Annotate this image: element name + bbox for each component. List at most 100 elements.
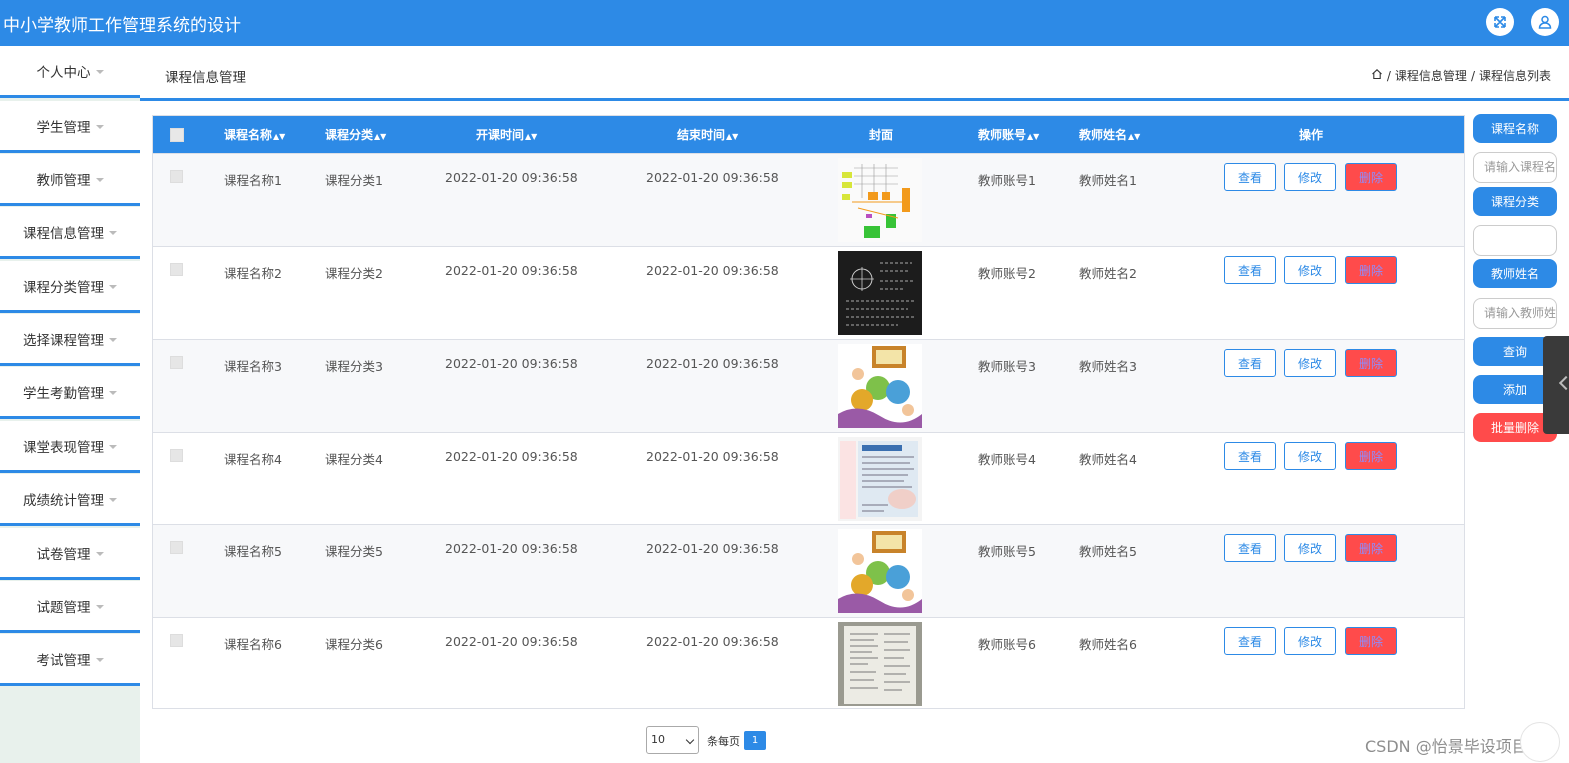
delete-button[interactable]: 删除 xyxy=(1345,163,1397,191)
delete-button[interactable]: 删除 xyxy=(1345,349,1397,377)
teacher-account-cell: 教师账号6 xyxy=(978,637,1036,652)
caret-down-icon xyxy=(95,177,104,182)
edit-button[interactable]: 修改 xyxy=(1284,256,1336,284)
edit-button[interactable]: 修改 xyxy=(1284,349,1336,377)
start-time-cell: 2022-01-20 09:36:58 xyxy=(445,170,578,185)
page-number-button[interactable]: 1 xyxy=(744,731,766,750)
teacher-name-cell: 教师姓名3 xyxy=(1079,359,1137,374)
breadcrumb-item[interactable]: 课程信息管理 xyxy=(1395,67,1467,84)
column-header-course-name[interactable]: 课程名称▲▼ xyxy=(224,116,285,154)
course-name-cell: 课程名称2 xyxy=(224,266,282,281)
caret-down-icon xyxy=(109,497,117,502)
column-header-teacher-account[interactable]: 教师账号▲▼ xyxy=(978,116,1039,154)
sidebar-item-exams[interactable]: 考试管理 xyxy=(0,634,140,686)
breadcrumb-item: 课程信息列表 xyxy=(1478,69,1551,83)
side-drawer-toggle[interactable] xyxy=(1543,336,1569,434)
select-all-checkbox[interactable] xyxy=(170,128,184,142)
per-page-label: 条每页 xyxy=(707,735,740,748)
edit-button[interactable]: 修改 xyxy=(1284,442,1336,470)
sidebar-item-course-selection[interactable]: 选择课程管理 xyxy=(0,314,140,366)
sidebar-item-grade-stats[interactable]: 成绩统计管理 xyxy=(0,474,140,526)
breadcrumb: / 课程信息管理 / 课程信息列表 xyxy=(1371,67,1551,84)
category-cell: 课程分类5 xyxy=(325,544,383,559)
end-time-cell: 2022-01-20 09:36:58 xyxy=(646,356,779,371)
cover-image[interactable] xyxy=(838,344,922,428)
teacher-name-input[interactable]: 请输入教师姓名 xyxy=(1473,298,1557,329)
teacher-account-cell: 教师账号4 xyxy=(978,452,1036,467)
course-name-cell: 课程名称4 xyxy=(224,452,282,467)
sidebar-item-course-category[interactable]: 课程分类管理 xyxy=(0,261,140,313)
teacher-name-cell: 教师姓名5 xyxy=(1079,544,1137,559)
sidebar-item-label: 课堂表现管理 xyxy=(23,439,104,456)
row-checkbox[interactable] xyxy=(170,356,183,369)
view-button[interactable]: 查看 xyxy=(1224,627,1276,655)
view-button[interactable]: 查看 xyxy=(1224,256,1276,284)
sidebar-item-label: 个人中心 xyxy=(36,64,91,81)
delete-button[interactable]: 删除 xyxy=(1345,627,1397,655)
table-row: 课程名称2 课程分类2 2022-01-20 09:36:58 2022-01-… xyxy=(153,246,1464,339)
delete-button[interactable]: 删除 xyxy=(1345,534,1397,562)
column-header-start-time[interactable]: 开课时间▲▼ xyxy=(476,116,537,154)
sidebar-item-label: 课程分类管理 xyxy=(23,279,104,296)
sidebar-item-class-performance[interactable]: 课堂表现管理 xyxy=(0,421,140,473)
row-checkbox[interactable] xyxy=(170,634,183,647)
page-size-select[interactable]: 10 xyxy=(646,726,699,754)
column-header-category[interactable]: 课程分类▲▼ xyxy=(325,116,386,154)
cover-image[interactable] xyxy=(838,251,922,335)
delete-button[interactable]: 删除 xyxy=(1345,256,1397,284)
cover-image[interactable] xyxy=(838,158,922,242)
cover-image[interactable] xyxy=(838,437,922,521)
row-checkbox[interactable] xyxy=(170,263,183,276)
fullscreen-icon[interactable] xyxy=(1486,8,1514,36)
end-time-cell: 2022-01-20 09:36:58 xyxy=(646,541,779,556)
sort-icon: ▲▼ xyxy=(1128,131,1141,141)
table-row: 课程名称4 课程分类4 2022-01-20 09:36:58 2022-01-… xyxy=(153,432,1464,525)
table-row: 课程名称1 课程分类1 2022-01-20 09:36:58 2022-01-… xyxy=(153,153,1464,246)
edit-button[interactable]: 修改 xyxy=(1284,627,1336,655)
edit-button[interactable]: 修改 xyxy=(1284,163,1336,191)
user-icon[interactable] xyxy=(1531,8,1559,36)
sidebar-item-students[interactable]: 学生管理 xyxy=(0,101,140,153)
row-checkbox[interactable] xyxy=(170,449,183,462)
caret-down-icon xyxy=(95,657,104,662)
start-time-cell: 2022-01-20 09:36:58 xyxy=(445,541,578,556)
sidebar-item-questions[interactable]: 试题管理 xyxy=(0,581,140,633)
row-checkbox[interactable] xyxy=(170,170,183,183)
view-button[interactable]: 查看 xyxy=(1224,163,1276,191)
back-to-top-button[interactable] xyxy=(1520,722,1560,762)
app-title: 中小学教师工作管理系统的设计 xyxy=(3,16,241,36)
view-button[interactable]: 查看 xyxy=(1224,442,1276,470)
delete-button[interactable]: 删除 xyxy=(1345,442,1397,470)
course-name-cell: 课程名称6 xyxy=(224,637,282,652)
sidebar-item-course-info[interactable]: 课程信息管理 xyxy=(0,207,140,259)
course-category-select[interactable] xyxy=(1473,225,1557,256)
sidebar-item-papers[interactable]: 试卷管理 xyxy=(0,528,140,580)
sidebar-item-label: 学生考勤管理 xyxy=(23,385,104,402)
row-checkbox[interactable] xyxy=(170,541,183,554)
view-button[interactable]: 查看 xyxy=(1224,534,1276,562)
sidebar-item-teachers[interactable]: 教师管理 xyxy=(0,154,140,206)
teacher-name-cell: 教师姓名4 xyxy=(1079,452,1137,467)
course-name-cell: 课程名称3 xyxy=(224,359,282,374)
sidebar-item-label: 教师管理 xyxy=(36,172,91,189)
start-time-cell: 2022-01-20 09:36:58 xyxy=(445,263,578,278)
teacher-name-label: 教师姓名 xyxy=(1473,259,1557,288)
cover-image[interactable] xyxy=(838,529,922,613)
sidebar-item-label: 考试管理 xyxy=(36,652,91,669)
edit-button[interactable]: 修改 xyxy=(1284,534,1336,562)
caret-down-icon xyxy=(109,230,117,235)
sidebar-item-attendance[interactable]: 学生考勤管理 xyxy=(0,367,140,419)
home-icon[interactable] xyxy=(1371,68,1383,83)
column-header-end-time[interactable]: 结束时间▲▼ xyxy=(677,116,738,154)
breadcrumb-separator: / xyxy=(1470,68,1475,83)
column-header-teacher-name[interactable]: 教师姓名▲▼ xyxy=(1079,116,1140,154)
column-header-actions: 操作 xyxy=(1299,128,1324,142)
table-header: 课程名称▲▼ 课程分类▲▼ 开课时间▲▼ 结束时间▲▼ 封面 教师账号▲▼ 教师… xyxy=(153,116,1464,154)
sidebar-item-personal-center[interactable]: 个人中心 xyxy=(0,46,140,98)
cover-image[interactable] xyxy=(838,622,922,706)
caret-down-icon xyxy=(95,551,104,556)
view-button[interactable]: 查看 xyxy=(1224,349,1276,377)
sidebar-item-label: 选择课程管理 xyxy=(23,332,104,349)
course-name-input[interactable]: 请输入课程名称 xyxy=(1473,152,1557,183)
sort-icon: ▲▼ xyxy=(273,131,286,141)
